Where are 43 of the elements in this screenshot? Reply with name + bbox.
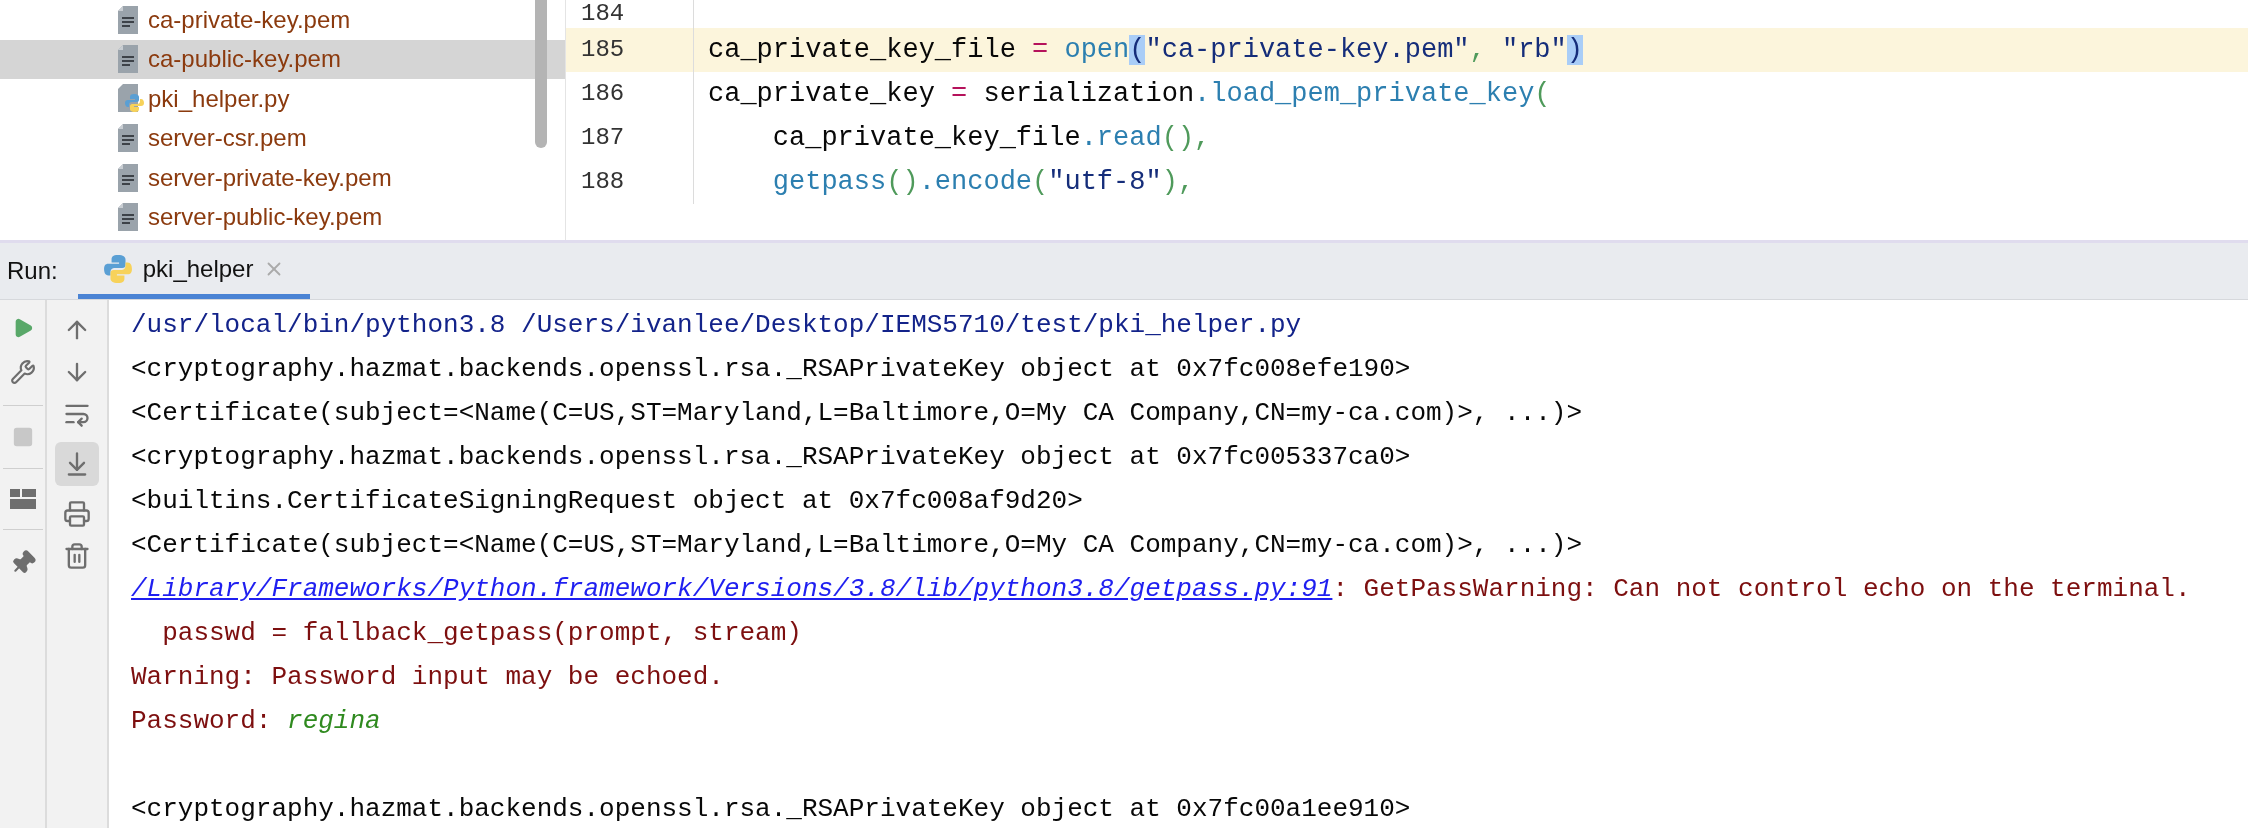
wrench-icon[interactable] bbox=[9, 359, 36, 385]
line-number: 186 bbox=[581, 79, 625, 109]
file-icon bbox=[118, 5, 138, 34]
line-number: 185 bbox=[581, 35, 625, 65]
console-line: Warning: Password input may be echoed. bbox=[131, 660, 724, 694]
console-line: passwd = fallback_getpass(prompt, stream) bbox=[161, 616, 802, 650]
code-line: ca_private_key_file = open("ca-private-key.pem", "rb") bbox=[708, 33, 1583, 67]
console-line: <builtins.CertificateSigningRequest object at 0x7fc008af9d20> bbox=[131, 484, 1083, 518]
console-text: Password: bbox=[131, 704, 273, 738]
file-tree-item[interactable]: ca-public-key.pem bbox=[0, 39, 565, 79]
code-line: ca_private_key_file.read(), bbox=[771, 121, 1211, 155]
console-line: <Certificate(subject=<Name(C=US,ST=Maryland,L=Baltimore,O=My CA Company,CN=my-ca.com)>, ...)> bbox=[131, 396, 1583, 430]
trash-icon[interactable] bbox=[63, 542, 91, 570]
code-line: ca_private_key = serialization.load_pem_private_key( bbox=[708, 77, 1551, 111]
line-number: 184 bbox=[581, 0, 625, 29]
console-line: /usr/local/bin/python3.8 /Users/ivanlee/Desktop/IEMS5710/test/pki_helper.py bbox=[131, 308, 1302, 342]
python-icon bbox=[102, 253, 133, 284]
file-tree-item[interactable]: server-private-key.pem bbox=[0, 158, 565, 198]
scrollbar[interactable] bbox=[535, 0, 547, 148]
run-label: Run: bbox=[7, 256, 58, 286]
file-link[interactable]: /Library/Frameworks/Python.framework/Versions/3.8/lib/python3.8/getpass.py:91 bbox=[131, 569, 1333, 609]
file-icon bbox=[118, 124, 138, 153]
file-tree-item[interactable]: pki_helper.py bbox=[0, 79, 565, 119]
typed-text: regina bbox=[287, 704, 381, 738]
python-file-icon bbox=[118, 83, 146, 114]
layout-icon[interactable] bbox=[9, 489, 36, 509]
run-tab[interactable]: pki_helper bbox=[77, 243, 311, 299]
console-line: <Certificate(subject=<Name(C=US,ST=Maryland,L=Baltimore,O=My CA Company,CN=my-ca.com)>, ...)> bbox=[131, 528, 1583, 562]
file-icon bbox=[118, 45, 138, 74]
file-tree-item[interactable]: server-public-key.pem bbox=[0, 197, 565, 237]
scroll-to-end-toggle[interactable] bbox=[55, 442, 99, 486]
line-number: 187 bbox=[581, 123, 625, 153]
print-icon[interactable] bbox=[63, 500, 91, 528]
console-line: <cryptography.hazmat.backends.openssl.rsa._RSAPrivateKey object at 0x7fc00a1ee910> bbox=[131, 792, 1411, 826]
file-icon bbox=[118, 203, 138, 232]
file-tree-item[interactable]: ca-private-key.pem bbox=[0, 0, 565, 40]
console-text: : GetPassWarning: Can not control echo on the terminal. bbox=[1332, 572, 2191, 606]
file-icon bbox=[118, 163, 138, 192]
file-tree-item[interactable]: server-csr.pem bbox=[0, 118, 565, 158]
line-number: 188 bbox=[581, 167, 625, 197]
code-line: getpass().encode("utf-8"), bbox=[771, 165, 1195, 199]
console-line: <cryptography.hazmat.backends.openssl.rsa._RSAPrivateKey object at 0x7fc005337ca0> bbox=[131, 440, 1411, 474]
console-line: <cryptography.hazmat.backends.openssl.rsa._RSAPrivateKey object at 0x7fc008efe190> bbox=[131, 352, 1411, 386]
